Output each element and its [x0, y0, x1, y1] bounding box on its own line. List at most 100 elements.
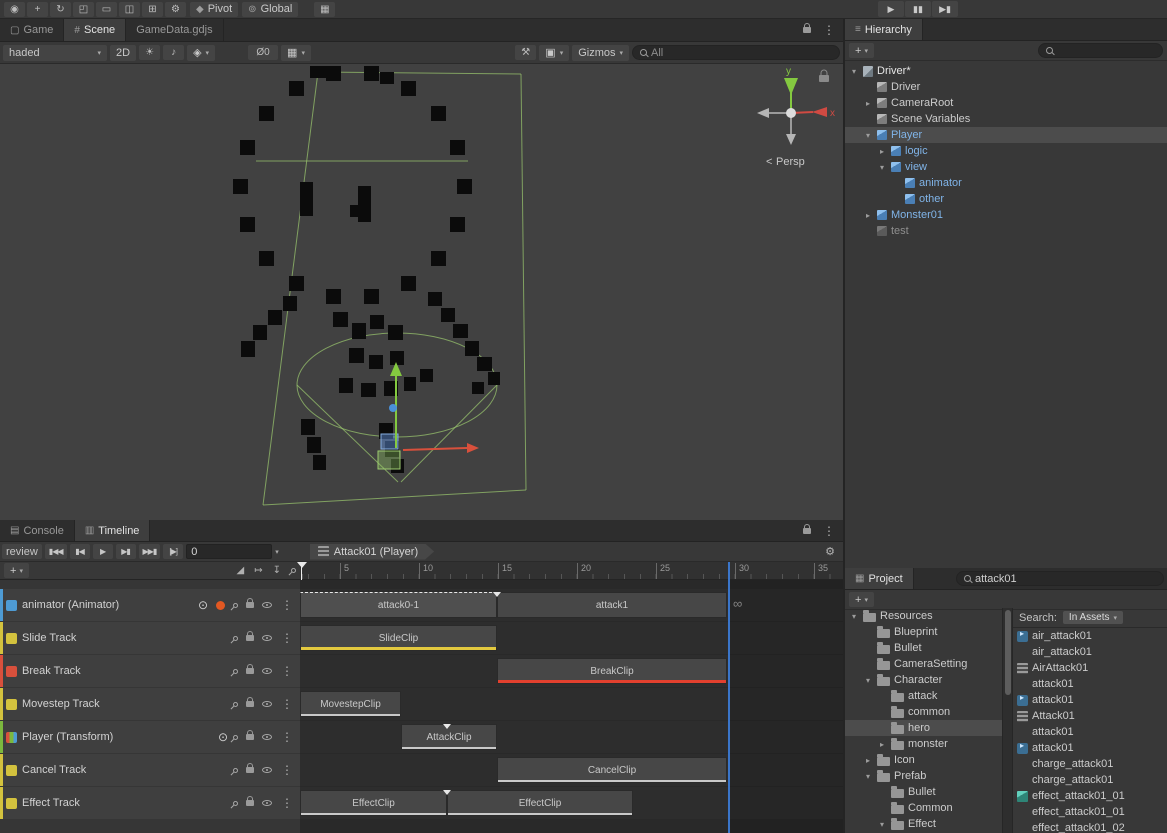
expand-caret[interactable]: ▾: [849, 612, 859, 621]
expand-caret[interactable]: ▸: [863, 99, 873, 108]
mute-track-icon[interactable]: [262, 701, 272, 707]
move-tool-icon[interactable]: +: [27, 2, 48, 17]
track-header-break[interactable]: Break Track ⋮: [0, 655, 300, 687]
result-item[interactable]: effect_attack01_01: [1013, 804, 1167, 820]
tools-overlay-icon[interactable]: ⚒: [515, 45, 536, 60]
hierarchy-item-player[interactable]: ▾ Player: [845, 127, 1167, 143]
edit-mode-replace-icon[interactable]: ↧: [273, 565, 281, 576]
clip-effectclip-2[interactable]: EffectClip: [447, 790, 633, 816]
axis-y-cone[interactable]: [784, 78, 798, 95]
clip-attack1[interactable]: attack1: [497, 592, 727, 618]
expand-caret[interactable]: ▾: [863, 131, 873, 140]
axis-neg-y-cone[interactable]: [786, 134, 796, 145]
pivot-toggle[interactable]: ◆ Pivot: [190, 2, 238, 17]
track-menu-icon[interactable]: ⋮: [279, 598, 295, 612]
result-item[interactable]: attack01: [1013, 724, 1167, 740]
mute-track-icon[interactable]: [262, 668, 272, 674]
2d-toggle[interactable]: 2D: [110, 45, 136, 61]
lock-track-icon[interactable]: [246, 602, 254, 608]
expand-caret[interactable]: ▾: [877, 820, 887, 829]
grid-snap-icon[interactable]: ⊞: [142, 2, 163, 17]
pin-icon[interactable]: [232, 634, 239, 641]
sprite-grid-icon[interactable]: ▦: [314, 2, 335, 17]
result-item[interactable]: air_attack01: [1013, 628, 1167, 644]
folder-prefab-bullet[interactable]: Bullet: [845, 784, 1002, 800]
record-button[interactable]: [216, 601, 225, 610]
track-header-animator[interactable]: animator (Animator) ⊙ ⋮: [0, 589, 300, 621]
hierarchy-item-animator[interactable]: animator: [845, 175, 1167, 191]
lock-track-icon[interactable]: [246, 635, 254, 641]
expand-caret[interactable]: ▸: [863, 211, 873, 220]
track-header-cancel[interactable]: Cancel Track ⋮: [0, 754, 300, 786]
result-item[interactable]: effect_attack01_01: [1013, 788, 1167, 804]
lock-icon[interactable]: [803, 27, 811, 33]
timeline-play-button[interactable]: ▶: [93, 544, 113, 559]
folder-camerasetting[interactable]: CameraSetting: [845, 656, 1002, 672]
result-item[interactable]: AirAttack01: [1013, 660, 1167, 676]
clip-cancelclip[interactable]: CancelClip: [497, 757, 727, 783]
folder-monster[interactable]: ▸ monster: [845, 736, 1002, 752]
expand-caret[interactable]: ▾: [849, 67, 859, 76]
expand-caret[interactable]: ▸: [877, 740, 887, 749]
rect-tool-icon[interactable]: ▭: [96, 2, 117, 17]
project-scrollbar[interactable]: [1002, 608, 1013, 833]
result-item[interactable]: attack01: [1013, 740, 1167, 756]
folder-prefab-common[interactable]: Common: [845, 800, 1002, 816]
pin-icon[interactable]: [232, 700, 239, 707]
result-item[interactable]: charge_attack01: [1013, 756, 1167, 772]
timeline-settings-gear-icon[interactable]: ⚙: [819, 545, 841, 558]
track-header-movestep[interactable]: Movestep Track ⋮: [0, 688, 300, 720]
track-header-player-transform[interactable]: Player (Transform) ⊙ ⋮: [0, 721, 300, 753]
track-menu-icon[interactable]: ⋮: [279, 697, 295, 711]
result-item[interactable]: attack01: [1013, 676, 1167, 692]
clip-movestepclip[interactable]: MovestepClip: [300, 691, 401, 717]
curves-view-icon[interactable]: ◢: [237, 565, 245, 576]
scrollbar-thumb[interactable]: [1005, 610, 1011, 695]
view-lock-icon[interactable]: [819, 75, 829, 82]
goto-end-button[interactable]: ▶▶▮: [139, 544, 161, 559]
tab-project[interactable]: ▦ Project: [845, 568, 914, 589]
hierarchy-item-scene-variables[interactable]: Scene Variables: [845, 111, 1167, 127]
camera-dropdown[interactable]: ▣ ▾: [539, 45, 569, 61]
hierarchy-item-other[interactable]: other: [845, 191, 1167, 207]
folder-prefab-effect[interactable]: ▾ Effect: [845, 816, 1002, 832]
lock-track-icon[interactable]: [246, 767, 254, 773]
tab-game[interactable]: ▢ Game: [0, 19, 64, 41]
timeline-breadcrumb[interactable]: Attack01 (Player): [310, 544, 434, 560]
lighting-toggle-icon[interactable]: ☀: [139, 45, 160, 60]
scale-tool-icon[interactable]: ◰: [73, 2, 94, 17]
folder-prefab[interactable]: ▾ Prefab: [845, 768, 1002, 784]
folder-attack[interactable]: attack: [845, 688, 1002, 704]
result-item[interactable]: effect_attack01_02: [1013, 820, 1167, 833]
tab-timeline[interactable]: ▥ Timeline: [75, 520, 151, 541]
timeline-ruler[interactable]: 5 10 15 20 25 30 35: [300, 562, 843, 580]
lock-track-icon[interactable]: [246, 734, 254, 740]
grid-dropdown[interactable]: ▦ ▾: [281, 45, 311, 61]
tab-scene[interactable]: # Scene: [64, 19, 126, 41]
folder-resources[interactable]: ▾ Resources: [845, 608, 1002, 624]
axis-neg-x-cone[interactable]: [757, 108, 769, 118]
hierarchy-item-driver[interactable]: Driver: [845, 79, 1167, 95]
clip-effectclip-1[interactable]: EffectClip: [300, 790, 447, 816]
hierarchy-item-driver-scene[interactable]: ▾ Driver*: [845, 63, 1167, 79]
hierarchy-search-field[interactable]: [1038, 43, 1163, 58]
folder-character[interactable]: ▾ Character: [845, 672, 1002, 688]
result-item[interactable]: Attack01: [1013, 708, 1167, 724]
mute-track-icon[interactable]: [262, 635, 272, 641]
folder-hero[interactable]: hero: [845, 720, 1002, 736]
create-asset-button[interactable]: +▾: [849, 592, 874, 607]
track-header-effect[interactable]: Effect Track ⋮: [0, 787, 300, 819]
next-frame-button[interactable]: ▶▮: [116, 544, 136, 559]
lock-track-icon[interactable]: [246, 668, 254, 674]
hierarchy-search-input[interactable]: [1057, 45, 1155, 57]
track-binding-target-icon[interactable]: ⊙: [218, 732, 228, 743]
clip-marker[interactable]: [443, 724, 451, 729]
result-item[interactable]: air_attack01: [1013, 644, 1167, 660]
effects-dropdown[interactable]: ◈ ▾: [187, 45, 215, 61]
track-binding-target-icon[interactable]: ⊙: [198, 600, 208, 611]
clip-slideclip[interactable]: SlideClip: [300, 625, 497, 651]
expand-caret[interactable]: ▸: [863, 756, 873, 765]
frame-input[interactable]: [191, 546, 267, 558]
audio-toggle-icon[interactable]: ♪: [163, 45, 184, 60]
gizmo-center-ball[interactable]: [786, 108, 796, 118]
